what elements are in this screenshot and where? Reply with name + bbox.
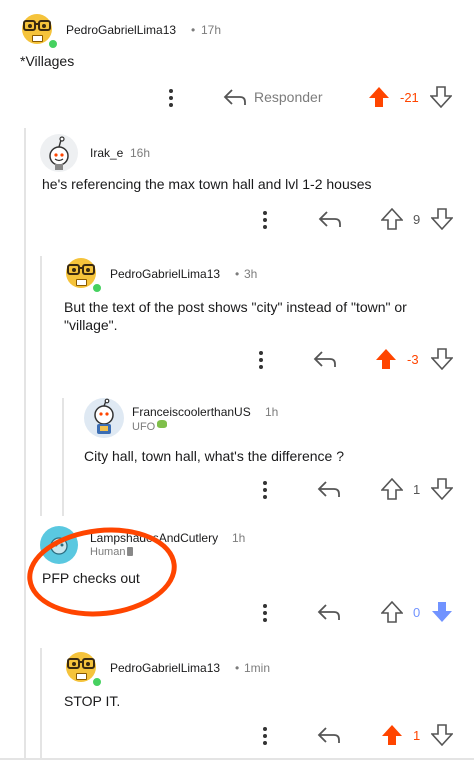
downvote-arrow-icon[interactable]: [431, 724, 453, 746]
downvote-arrow-icon[interactable]: [430, 86, 452, 108]
comment-text: "village".: [64, 317, 118, 333]
thread-line: [40, 256, 42, 516]
comment-text: PFP checks out: [42, 570, 140, 586]
downvote-arrow-icon[interactable]: [431, 601, 453, 623]
glasses-icon: [67, 658, 95, 669]
comment-username[interactable]: LampshadesAndCutlery: [90, 531, 218, 545]
reply-arrow-icon[interactable]: [317, 726, 341, 744]
more-vertical-icon[interactable]: [262, 210, 268, 230]
glasses-icon: [67, 264, 95, 275]
reply-arrow-icon[interactable]: [223, 88, 247, 106]
upvote-arrow-icon[interactable]: [368, 86, 390, 108]
reply-arrow-icon[interactable]: [318, 210, 342, 228]
snoo-avatar-icon: [49, 136, 69, 170]
comment-time: 1min: [244, 661, 271, 675]
online-status-dot: [91, 282, 103, 294]
reply-arrow-icon[interactable]: [317, 480, 341, 498]
vote-count: 0: [413, 605, 421, 620]
vote-count: -3: [407, 352, 419, 367]
more-vertical-icon[interactable]: [168, 88, 174, 108]
comment-text: But the text of the post shows "city" in…: [64, 299, 407, 315]
comment-username[interactable]: PedroGabrielLima13: [66, 23, 176, 37]
comment-username[interactable]: PedroGabrielLima13: [110, 661, 220, 675]
comment-time: 1h: [265, 405, 279, 419]
separator-dot: •: [191, 23, 196, 37]
comment-time: 3h: [244, 267, 258, 281]
comment-time: 17h: [201, 23, 222, 37]
vote-count: 9: [413, 212, 421, 227]
online-status-dot: [91, 676, 103, 688]
separator-dot: •: [235, 661, 240, 675]
downvote-arrow-icon[interactable]: [431, 208, 453, 230]
user-flair: UFO: [132, 421, 156, 433]
comment-text: City hall, town hall, what's the differe…: [84, 448, 344, 464]
avatar[interactable]: [84, 398, 124, 438]
snoo-avatar-icon: [50, 537, 68, 555]
downvote-arrow-icon[interactable]: [431, 348, 453, 370]
more-vertical-icon[interactable]: [262, 480, 268, 500]
comment-text: he's referencing the max town hall and l…: [42, 176, 372, 192]
comment-username[interactable]: FranceiscoolerthanUS: [132, 405, 251, 419]
reply-arrow-icon[interactable]: [313, 350, 337, 368]
snoo-avatar-icon: [94, 398, 114, 434]
ufo-flair-icon: [157, 420, 167, 428]
upvote-arrow-icon[interactable]: [375, 348, 397, 370]
separator-dot: •: [235, 267, 240, 281]
more-vertical-icon[interactable]: [258, 350, 264, 370]
user-flair: Human: [90, 546, 126, 558]
upvote-arrow-icon[interactable]: [381, 208, 403, 230]
teeth: [76, 279, 87, 286]
upvote-arrow-icon[interactable]: [381, 478, 403, 500]
more-vertical-icon[interactable]: [262, 726, 268, 746]
comment-text: STOP IT.: [64, 693, 121, 709]
teeth: [32, 35, 43, 42]
thread-line: [62, 398, 64, 516]
upvote-arrow-icon[interactable]: [381, 601, 403, 623]
comment-time: 16h: [130, 146, 151, 160]
comment-text: *Villages: [20, 53, 75, 69]
avatar[interactable]: [40, 134, 78, 172]
teeth: [76, 673, 87, 680]
downvote-arrow-icon[interactable]: [431, 478, 453, 500]
upvote-arrow-icon[interactable]: [381, 724, 403, 746]
reply-button[interactable]: Responder: [254, 89, 323, 105]
lamp-flair-icon: [127, 547, 133, 556]
vote-count: -21: [400, 90, 419, 105]
thread-line: [24, 128, 26, 760]
online-status-dot: [47, 38, 59, 50]
thread-line: [40, 648, 42, 760]
vote-count: 1: [413, 482, 421, 497]
comment-time: 1h: [232, 531, 246, 545]
glasses-icon: [23, 20, 51, 31]
avatar[interactable]: [40, 526, 78, 564]
comment-username[interactable]: Irak_e: [90, 146, 123, 160]
reply-arrow-icon[interactable]: [317, 603, 341, 621]
more-vertical-icon[interactable]: [262, 603, 268, 623]
vote-count: 1: [413, 728, 421, 743]
comment-username[interactable]: PedroGabrielLima13: [110, 267, 220, 281]
